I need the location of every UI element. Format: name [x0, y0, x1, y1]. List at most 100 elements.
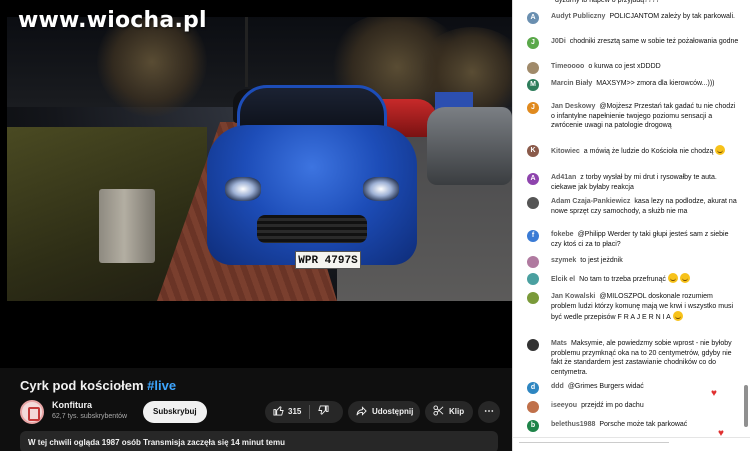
chat-footer — [513, 437, 750, 451]
chat-message-text: @Grimes Burgers widać — [567, 383, 644, 390]
chat-message[interactable]: J J0Di chodniki zresztą same w sobie też p… — [527, 37, 739, 49]
like-count: 315 — [288, 407, 302, 416]
chat-message-text: Porsche może tak parkować — [599, 421, 688, 428]
car-headlight-left — [225, 177, 261, 201]
scissors-icon — [433, 405, 444, 419]
chat-message[interactable]: Timeoooo o kurwa co jest xDDDD — [527, 62, 739, 74]
more-actions-button[interactable]: ⋯ — [478, 401, 500, 423]
chat-message-body: Jan Kowalski @MILOSZPOL doskonale rozumie… — [551, 292, 739, 323]
chat-author-avatar[interactable]: b — [527, 420, 539, 432]
chat-message-text: Maksymie, ale powiedzmy sobie wprost - n… — [551, 340, 732, 376]
chat-scrollbar[interactable] — [744, 385, 748, 427]
chat-message[interactable]: f fokebe @Philipp Werder ty taki głupi jes… — [527, 230, 739, 249]
chat-author-name[interactable]: Elcik el — [551, 276, 575, 283]
video-frame[interactable]: WPR 4797S — [7, 17, 512, 301]
like-button[interactable]: 315 — [265, 401, 309, 423]
share-arrow-icon — [356, 405, 367, 419]
video-hashtag-link[interactable]: #live — [147, 378, 176, 393]
chat-author-name[interactable]: Ad41an — [551, 174, 576, 181]
description-box[interactable]: W tej chwili ogląda 1987 osób Transmisja… — [20, 431, 498, 451]
thumbs-up-icon — [273, 405, 284, 419]
chat-message[interactable]: dyżurny to napew o przyjadą???? — [527, 0, 739, 6]
channel-avatar[interactable] — [20, 400, 44, 424]
chat-author-avatar[interactable] — [527, 273, 539, 285]
chat-message[interactable]: A Audyt Publiczny POLICJANTOM zależy by ta… — [527, 12, 739, 24]
chat-author-name[interactable]: Mats — [551, 340, 567, 347]
chat-message-body: Kitowiec a mówią że ludzie do Kościoła ni… — [551, 145, 739, 157]
chat-author-avatar[interactable] — [527, 62, 539, 74]
thumbs-down-icon — [318, 405, 329, 419]
chat-author-name[interactable]: ddd — [551, 383, 564, 390]
scene-grey-car — [427, 107, 512, 185]
share-button[interactable]: Udostępnij — [348, 401, 420, 423]
chat-message[interactable]: K Kitowiec a mówią że ludzie do Kościoła n… — [527, 145, 739, 157]
chat-message-text: o kurwa co jest xDDDD — [588, 63, 661, 70]
chat-author-name[interactable]: J0Di — [551, 38, 566, 45]
video-section: WPR 4797S www.wiocha.pl Cyrk pod kościoł… — [0, 0, 512, 451]
chat-message-body: J0Di chodniki zresztą same w sobie też po… — [551, 37, 739, 47]
chat-message-body: Ad41an z torby wysłał by mi drut i rysowa… — [551, 173, 739, 192]
chat-message-body: szymek to jest jeżdnik — [551, 256, 739, 266]
chat-author-avatar[interactable] — [527, 401, 539, 413]
chat-author-avatar[interactable]: J — [527, 102, 539, 114]
chat-message-text: @Philipp Werder ty taki głupi jesteś sam… — [551, 231, 729, 248]
chat-message-text: MAXSYM>> zmora dla kierowców...))) — [596, 80, 715, 87]
chat-message[interactable]: szymek to jest jeżdnik — [527, 256, 739, 268]
chat-author-name[interactable]: Adam Czaja-Pankiewicz — [551, 198, 630, 205]
car-headlight-right — [363, 177, 399, 201]
chat-author-avatar[interactable] — [527, 197, 539, 209]
chat-author-avatar[interactable]: M — [527, 79, 539, 91]
channel-subscriber-count: 62,7 tys. subskrybentów — [52, 413, 128, 420]
chat-message-body: iseeyou przejdź im po dachu — [551, 401, 739, 411]
clip-button[interactable]: Klip — [425, 401, 473, 423]
chat-message[interactable]: d ddd @Grimes Burgers widać — [527, 382, 739, 394]
chat-author-name[interactable]: Kitowiec — [551, 148, 580, 155]
chat-message[interactable]: J Jan Deskowy @Mojżesz Przestań tak gadać … — [527, 102, 739, 131]
chat-author-avatar[interactable]: d — [527, 382, 539, 394]
chat-author-name[interactable]: Audyt Publiczny — [551, 13, 605, 20]
channel-name[interactable]: Konfitura — [52, 400, 92, 410]
chat-message-text: przejdź im po dachu — [581, 402, 644, 409]
chat-message-text: chodniki zresztą same w sobie też pożało… — [569, 38, 739, 45]
emoji-laugh-icon — [679, 273, 690, 283]
chat-author-avatar[interactable]: K — [527, 145, 539, 157]
chat-author-name[interactable]: belethus1988 — [551, 421, 595, 428]
chat-author-name[interactable]: Marcin Biały — [551, 80, 592, 87]
chat-author-name[interactable]: szymek — [551, 257, 576, 264]
chat-message[interactable]: Mats Maksymie, ale powiedzmy sobie wprost… — [527, 339, 739, 377]
share-label: Udostępnij — [372, 407, 414, 416]
chat-author-avatar[interactable] — [527, 339, 539, 351]
chat-author-name[interactable]: fokebe — [551, 231, 574, 238]
chat-message[interactable]: Adam Czaja-Pankiewicz kasa lezy na podlod… — [527, 197, 739, 216]
chat-author-name[interactable]: Timeoooo — [551, 63, 584, 70]
chat-author-name[interactable]: Jan Deskowy — [551, 103, 595, 110]
chat-author-avatar[interactable]: f — [527, 230, 539, 242]
chat-author-avatar[interactable] — [527, 292, 539, 304]
chat-message-text: No tam to trzeba przefrunąć — [579, 276, 666, 283]
live-chat-panel: dyżurny to napew o przyjadą???? A Audyt Pu… — [512, 0, 750, 451]
video-title: Cyrk pod kościołem #live — [20, 378, 176, 393]
dislike-button[interactable] — [310, 401, 337, 423]
subscribe-button[interactable]: Subskrybuj — [143, 401, 207, 423]
chat-author-name[interactable]: Jan Kowalski — [551, 293, 595, 300]
chat-message-body: Jan Deskowy @Mojżesz Przestań tak gadać t… — [551, 102, 739, 131]
emoji-laugh-icon — [672, 311, 683, 321]
car-grille — [257, 215, 367, 243]
chat-author-avatar[interactable] — [527, 256, 539, 268]
chat-author-avatar[interactable]: J — [527, 37, 539, 49]
chat-author-name[interactable]: iseeyou — [551, 402, 577, 409]
chat-message[interactable]: iseeyou przejdź im po dachu — [527, 401, 739, 413]
chat-author-avatar[interactable]: A — [527, 173, 539, 185]
chat-message[interactable]: M Marcin Biały MAXSYM>> zmora dla kierowcó… — [527, 79, 739, 91]
chat-message[interactable]: Jan Kowalski @MILOSZPOL doskonale rozumie… — [527, 292, 739, 323]
chat-footer-divider — [519, 442, 669, 443]
chat-message[interactable]: Elcik el No tam to trzeba przefrunąć — [527, 273, 739, 285]
chat-message-body: Adam Czaja-Pankiewicz kasa lezy na podlod… — [551, 197, 739, 216]
chat-message-body: Elcik el No tam to trzeba przefrunąć — [551, 273, 739, 285]
chat-message-body: Timeoooo o kurwa co jest xDDDD — [551, 62, 739, 72]
chat-message[interactable]: A Ad41an z torby wysłał by mi drut i rysow… — [527, 173, 739, 192]
video-player[interactable]: WPR 4797S www.wiocha.pl — [0, 0, 512, 368]
video-title-text: Cyrk pod kościołem — [20, 378, 144, 393]
chat-author-avatar[interactable]: A — [527, 12, 539, 24]
chat-message[interactable]: b belethus1988 Porsche może tak parkować — [527, 420, 739, 432]
